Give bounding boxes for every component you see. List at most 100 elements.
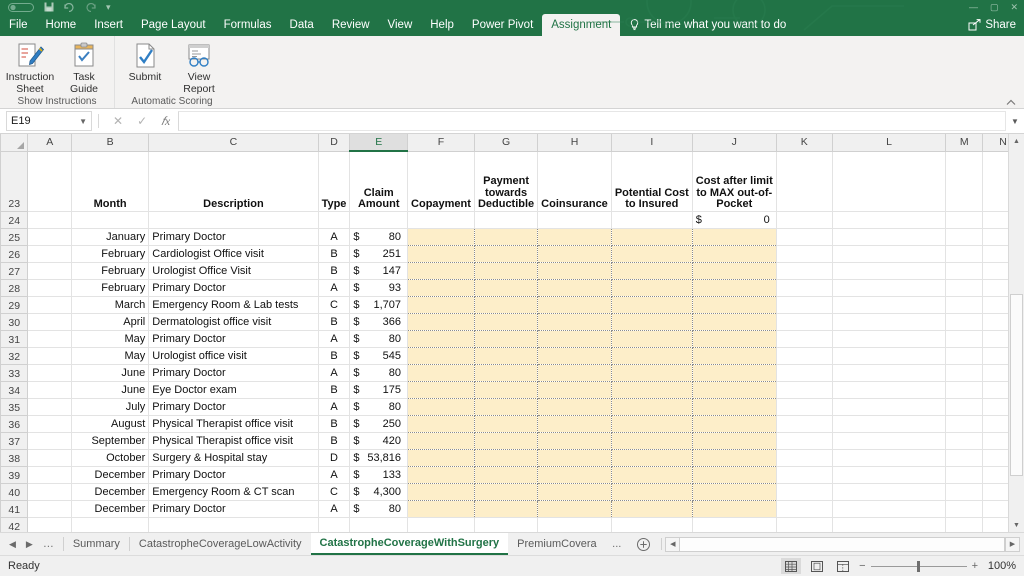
scroll-down-arrow-icon[interactable]: ▼ — [1009, 518, 1024, 532]
cell-column-l[interactable] — [832, 381, 946, 398]
cell-month[interactable]: August — [71, 415, 148, 432]
cell-copayment[interactable] — [408, 466, 475, 483]
cell-column-a[interactable] — [28, 228, 72, 245]
sheet-tab-premium-coverage[interactable]: PremiumCovera — [508, 533, 604, 555]
cell-i24[interactable] — [611, 211, 692, 228]
cell-payment-towards-deductible[interactable] — [474, 296, 537, 313]
cell-cost-after-limit[interactable] — [692, 500, 776, 517]
zoom-slider-thumb[interactable] — [917, 561, 920, 572]
cell-claim-amount[interactable]: $251 — [350, 245, 408, 262]
cell-payment-towards-deductible[interactable] — [474, 415, 537, 432]
cell-potential-cost-to-insured[interactable] — [611, 228, 692, 245]
cell-column-a[interactable] — [28, 279, 72, 296]
autosave-toggle-icon[interactable] — [8, 3, 34, 12]
row-header[interactable]: 25 — [1, 228, 28, 245]
cell-i23-potential-cost-header[interactable]: Potential Cost to Insured — [611, 151, 692, 211]
cell-h23-coinsurance-header[interactable]: Coinsurance — [538, 151, 612, 211]
cell-column-k[interactable] — [776, 228, 832, 245]
cell-claim-amount[interactable]: $80 — [350, 330, 408, 347]
ribbon-tab-home[interactable]: Home — [37, 14, 86, 36]
cell-copayment[interactable] — [408, 381, 475, 398]
column-header-l[interactable]: L — [832, 134, 946, 151]
cell-column-m[interactable] — [946, 330, 983, 347]
cell-coinsurance[interactable] — [538, 398, 612, 415]
enter-formula-check-icon[interactable]: ✓ — [137, 114, 147, 128]
cell-claim-amount[interactable]: $80 — [350, 398, 408, 415]
cell-coinsurance[interactable] — [538, 500, 612, 517]
cell-coinsurance[interactable] — [538, 449, 612, 466]
cell-potential-cost-to-insured[interactable] — [611, 279, 692, 296]
ribbon-tab-view[interactable]: View — [379, 14, 422, 36]
horizontal-scroll-track[interactable] — [680, 537, 1005, 552]
cell-cost-after-limit[interactable] — [692, 449, 776, 466]
cell-coinsurance[interactable] — [538, 415, 612, 432]
cell-m23[interactable] — [946, 151, 983, 211]
cell-potential-cost-to-insured[interactable] — [611, 245, 692, 262]
row-header-42[interactable]: 42 — [1, 517, 28, 532]
cell-payment-towards-deductible[interactable] — [474, 330, 537, 347]
cell-column-m[interactable] — [946, 364, 983, 381]
zoom-slider[interactable]: − + — [859, 560, 978, 572]
vertical-scrollbar[interactable]: ▲ ▼ — [1008, 134, 1024, 532]
cell-column-m[interactable] — [946, 228, 983, 245]
cell-column-l[interactable] — [832, 279, 946, 296]
cell-type[interactable]: B — [318, 262, 350, 279]
cell-coinsurance[interactable] — [538, 296, 612, 313]
cell-column-l[interactable] — [832, 449, 946, 466]
cell-month[interactable]: February — [71, 262, 148, 279]
cell-a42[interactable] — [28, 517, 72, 532]
cell-column-a[interactable] — [28, 313, 72, 330]
cell-potential-cost-to-insured[interactable] — [611, 500, 692, 517]
cell-column-k[interactable] — [776, 415, 832, 432]
column-header-h[interactable]: H — [538, 134, 612, 151]
cell-claim-amount[interactable]: $545 — [350, 347, 408, 364]
cell-cost-after-limit[interactable] — [692, 483, 776, 500]
more-sheets-icon[interactable]: … — [43, 538, 54, 550]
submit-button[interactable]: Submit — [119, 39, 171, 84]
cell-column-l[interactable] — [832, 500, 946, 517]
cell-claim-amount[interactable]: $420 — [350, 432, 408, 449]
tell-me-search[interactable]: Tell me what you want to do — [620, 14, 786, 36]
scroll-up-arrow-icon[interactable]: ▲ — [1009, 134, 1024, 148]
cell-copayment[interactable] — [408, 262, 475, 279]
cell-column-m[interactable] — [946, 381, 983, 398]
cell-column-k[interactable] — [776, 466, 832, 483]
cell-coinsurance[interactable] — [538, 347, 612, 364]
cell-column-m[interactable] — [946, 500, 983, 517]
cell-column-a[interactable] — [28, 381, 72, 398]
cell-column-a[interactable] — [28, 500, 72, 517]
cell-month[interactable]: December — [71, 500, 148, 517]
cell-k23[interactable] — [776, 151, 832, 211]
cell-month[interactable]: September — [71, 432, 148, 449]
zoom-slider-track[interactable] — [871, 566, 967, 567]
cell-column-l[interactable] — [832, 245, 946, 262]
cancel-formula-x-icon[interactable]: ✕ — [113, 114, 123, 128]
column-header-g[interactable]: G — [474, 134, 537, 151]
cell-f23-copayment-header[interactable]: Copayment — [408, 151, 475, 211]
cell-m24[interactable] — [946, 211, 983, 228]
cell-column-l[interactable] — [832, 483, 946, 500]
cell-copayment[interactable] — [408, 483, 475, 500]
cell-d42[interactable] — [318, 517, 350, 532]
cell-column-k[interactable] — [776, 449, 832, 466]
cell-payment-towards-deductible[interactable] — [474, 398, 537, 415]
cell-type[interactable]: A — [318, 279, 350, 296]
cell-cost-after-limit[interactable] — [692, 466, 776, 483]
cell-coinsurance[interactable] — [538, 466, 612, 483]
tab-scroll-split[interactable] — [661, 538, 662, 550]
expand-formula-bar-chevron-down-icon[interactable]: ▼ — [1008, 117, 1022, 126]
undo-icon[interactable] — [64, 3, 75, 12]
row-header[interactable]: 31 — [1, 330, 28, 347]
previous-sheet-icon[interactable]: ◀ — [9, 539, 16, 550]
cell-column-k[interactable] — [776, 483, 832, 500]
cell-coinsurance[interactable] — [538, 228, 612, 245]
cell-column-l[interactable] — [832, 262, 946, 279]
ribbon-tab-assignment[interactable]: Assignment — [542, 14, 620, 36]
cell-k42[interactable] — [776, 517, 832, 532]
cell-copayment[interactable] — [408, 296, 475, 313]
cell-payment-towards-deductible[interactable] — [474, 449, 537, 466]
cell-copayment[interactable] — [408, 398, 475, 415]
cell-column-k[interactable] — [776, 381, 832, 398]
cell-cost-after-limit[interactable] — [692, 398, 776, 415]
cell-cost-after-limit[interactable] — [692, 381, 776, 398]
